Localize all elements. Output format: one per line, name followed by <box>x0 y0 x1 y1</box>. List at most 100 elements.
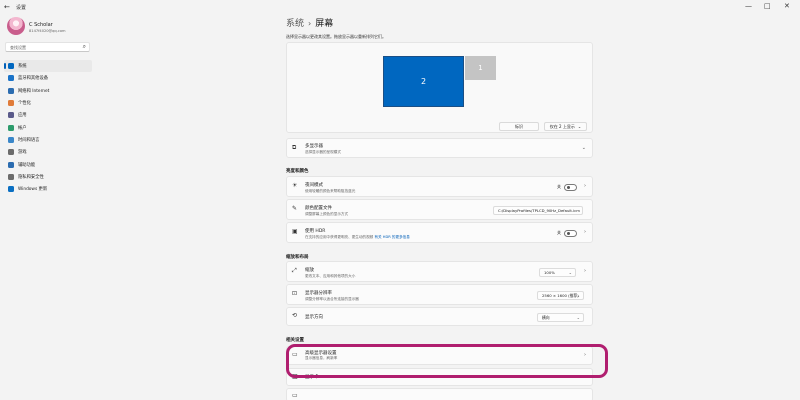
sidebar: C Scholar 8147f4020@qq.com ⌕ 系统蓝牙和其他设备网络… <box>0 14 96 400</box>
orientation-value: 横向 <box>542 315 550 320</box>
privacy-icon <box>8 173 14 180</box>
breadcrumb-separator: › <box>308 19 312 28</box>
multi-display-icon: ⧉ <box>292 144 297 151</box>
color-profile-title: 颜色配置文件 <box>305 206 332 211</box>
chevron-down-icon: ⌄ <box>577 124 582 129</box>
color-profile-subtitle: 调整屏幕上颜色的显示方式 <box>305 212 349 216</box>
resolution-card[interactable]: ⊡ 显示器分辨率 调整分辨率以适合所连接的显示器 2560 × 1600 (推荐… <box>286 284 593 305</box>
gaming-icon <box>8 149 14 156</box>
scale-subtitle: 更改文本、应用和其他项的大小 <box>305 274 356 278</box>
sidebar-item-3[interactable]: 个性化 <box>4 97 92 109</box>
hdr-icon: ▣ <box>292 228 298 235</box>
sidebar-item-label: 时间和语言 <box>18 137 40 143</box>
sidebar-item-label: 辅助功能 <box>18 162 36 168</box>
chevron-right-icon[interactable]: › <box>584 352 586 358</box>
monitor-2[interactable]: 2 <box>383 56 464 107</box>
night-light-subtitle: 使用较暖的颜色来帮助阻挡蓝光 <box>305 189 356 193</box>
night-light-title: 夜间模式 <box>305 183 323 188</box>
display-arrangement-preview: 2 1 标识 仅在 2 上显示 ⌄ <box>286 42 593 133</box>
sidebar-item-4[interactable]: 应用 <box>4 109 92 121</box>
graphics-card[interactable]: ▥ 显示卡 › <box>286 368 593 386</box>
breadcrumb: 系统 › 屏幕 <box>286 16 333 29</box>
maximize-icon[interactable]: □ <box>764 2 771 10</box>
identify-button[interactable]: 标识 <box>499 122 539 131</box>
chevron-down-icon: ⌄ <box>576 293 580 298</box>
scale-select[interactable]: 100% ⌄ <box>539 268 576 277</box>
color-profile-card[interactable]: ✎ 颜色配置文件 调整屏幕上颜色的显示方式 C:/DisplayProfiles… <box>286 199 593 220</box>
account-icon <box>8 124 14 131</box>
next-setting-card[interactable]: ▭ <box>286 388 593 400</box>
app-title: 设置 <box>16 5 27 11</box>
scale-title: 缩放 <box>305 268 314 273</box>
network-icon <box>8 87 14 94</box>
sidebar-item-5[interactable]: 帐户 <box>4 121 92 133</box>
graphics-title: 显示卡 <box>305 375 319 380</box>
windows-update-icon <box>8 186 14 193</box>
color-profile-value: C:/DisplayProfiles/TPLCD_90Hz_Default.ic… <box>498 208 580 213</box>
hdr-subtitle: 在支持的应用中获得更明亮、更生动的视频 有关 HDR 的更多信息 <box>305 235 410 240</box>
avatar <box>7 17 25 35</box>
chevron-down-icon: ⌄ <box>576 315 580 320</box>
advanced-display-subtitle: 显示器信息，刷新率 <box>305 356 338 360</box>
night-light-toggle-label: 关 <box>557 184 561 190</box>
sidebar-item-1[interactable]: 蓝牙和其他设备 <box>4 72 92 84</box>
page-title: 屏幕 <box>315 19 334 29</box>
bluetooth-icon <box>8 75 14 82</box>
orientation-card[interactable]: ⟲ 显示方向 横向 ⌄ <box>286 307 593 326</box>
sidebar-item-label: 个性化 <box>18 101 31 107</box>
scale-icon: ⤢ <box>292 267 297 274</box>
search-box[interactable]: ⌕ <box>5 42 90 52</box>
sidebar-item-label: 应用 <box>18 113 27 119</box>
display-mode-value: 仅在 2 上显示 <box>549 123 575 129</box>
sidebar-item-0[interactable]: 系统 <box>4 60 92 73</box>
night-light-toggle-group: 关 <box>557 184 577 191</box>
sidebar-item-10[interactable]: Windows 更新 <box>4 183 92 195</box>
sidebar-item-label: 网络和 Internet <box>18 88 50 94</box>
search-icon[interactable]: ⌕ <box>83 43 86 51</box>
sidebar-nav: 系统 蓝牙和其他设备网络和 Internet 个性化应用帐户时间和语言游戏辅助功能隐… <box>4 60 92 195</box>
sidebar-item-9[interactable]: 隐私和安全性 <box>4 171 92 183</box>
hdr-toggle[interactable] <box>564 230 577 237</box>
sidebar-item-8[interactable]: 辅助功能 <box>4 158 92 170</box>
hdr-subtitle-text: 在支持的应用中获得更明亮、更生动的视频 <box>305 235 374 239</box>
monitor-1[interactable]: 1 <box>465 56 496 80</box>
hdr-more-info-link[interactable]: 有关 HDR 的更多信息 <box>374 235 409 239</box>
hdr-toggle-label: 关 <box>557 230 561 236</box>
night-light-card[interactable]: ☀ 夜间模式 使用较暖的颜色来帮助阻挡蓝光 关 › <box>286 176 593 197</box>
chevron-down-icon[interactable]: ⌄ <box>582 145 586 151</box>
sidebar-item-7[interactable]: 游戏 <box>4 146 92 158</box>
night-light-toggle[interactable] <box>564 184 577 191</box>
multiple-displays-card[interactable]: ⧉ 多显示器 选择显示器的呈现模式 ⌄ <box>286 138 593 158</box>
main-content: 系统 › 屏幕 选择显示器以更改其设置。拖放显示器以重新排列它们。 2 1 标识 仅… <box>286 0 596 400</box>
apps-icon <box>8 112 14 119</box>
sidebar-item-6[interactable]: 时间和语言 <box>4 134 92 146</box>
search-input[interactable] <box>10 44 80 51</box>
sidebar-item-label: 帐户 <box>18 125 27 131</box>
color-profile-select[interactable]: C:/DisplayProfiles/TPLCD_90Hz_Default.ic… <box>493 206 583 215</box>
advanced-display-card[interactable]: ▭ 高级显示器设置 显示器信息，刷新率 › <box>286 346 593 365</box>
hdr-toggle-group: 关 <box>557 230 577 237</box>
night-light-icon: ☀ <box>292 182 298 189</box>
resolution-value: 2560 × 1600 (推荐) <box>542 293 579 298</box>
orientation-title: 显示方向 <box>305 315 323 320</box>
display-icon: ▭ <box>292 392 298 399</box>
resolution-select[interactable]: 2560 × 1600 (推荐) ⌄ <box>537 291 584 300</box>
back-arrow-icon[interactable]: ← <box>4 3 10 11</box>
scale-card[interactable]: ⤢ 缩放 更改文本、应用和其他项的大小 100% ⌄ › <box>286 261 593 282</box>
chevron-right-icon[interactable]: › <box>584 374 586 380</box>
display-mode-dropdown[interactable]: 仅在 2 上显示 ⌄ <box>544 122 587 131</box>
multi-display-title: 多显示器 <box>305 144 323 149</box>
orientation-select[interactable]: 横向 ⌄ <box>537 313 584 322</box>
chevron-right-icon[interactable]: › <box>584 183 586 189</box>
scale-section-heading: 缩放和布局 <box>286 255 309 260</box>
minimize-icon[interactable]: — <box>745 2 752 10</box>
hdr-card[interactable]: ▣ 使用 HDR 在支持的应用中获得更明亮、更生动的视频 有关 HDR 的更多信… <box>286 222 593 243</box>
chevron-right-icon[interactable]: › <box>584 268 586 274</box>
multi-display-subtitle: 选择显示器的呈现模式 <box>305 150 341 154</box>
close-icon[interactable]: ✕ <box>784 2 790 10</box>
chevron-right-icon[interactable]: › <box>584 229 586 235</box>
breadcrumb-parent[interactable]: 系统 <box>286 19 304 29</box>
related-section-heading: 相关设置 <box>286 338 304 343</box>
brightness-section-heading: 亮度和颜色 <box>286 169 309 174</box>
sidebar-item-2[interactable]: 网络和 Internet <box>4 85 92 97</box>
